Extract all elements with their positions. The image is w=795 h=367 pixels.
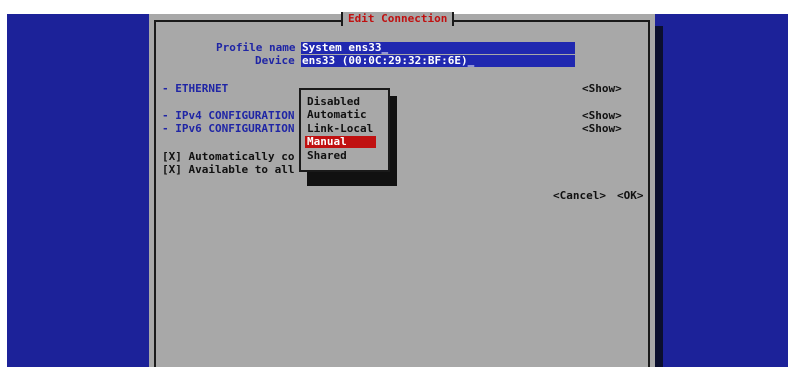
- ipv4-section-label[interactable]: - IPv4 CONFIGURATION: [162, 110, 294, 122]
- profile-name-input[interactable]: System ens33_: [301, 42, 575, 54]
- ok-button[interactable]: <OK>: [617, 190, 644, 202]
- ethernet-show-button[interactable]: <Show>: [582, 83, 622, 95]
- dropdown-option-disabled[interactable]: Disabled: [307, 96, 360, 108]
- window-shadow: [655, 26, 663, 367]
- dropdown-option-manual[interactable]: Manual: [305, 136, 376, 148]
- profile-name-label: Profile name: [216, 41, 296, 54]
- dropdown-option-automatic[interactable]: Automatic: [307, 109, 367, 121]
- ethernet-section-label: - ETHERNET: [162, 82, 229, 95]
- dropdown-option-link-local[interactable]: Link-Local: [307, 123, 373, 135]
- cancel-button[interactable]: <Cancel>: [553, 190, 606, 202]
- device-label: Device: [255, 54, 295, 67]
- available-to-all-checkbox[interactable]: [X] Available to all: [162, 164, 294, 176]
- ipv6-show-button[interactable]: <Show>: [582, 123, 622, 135]
- dropdown-option-shared[interactable]: Shared: [307, 150, 347, 162]
- auto-connect-checkbox[interactable]: [X] Automatically co: [162, 151, 294, 163]
- ipv6-section-label[interactable]: - IPv6 CONFIGURATION: [162, 123, 294, 135]
- device-input[interactable]: ens33 (00:0C:29:32:BF:6E)_: [301, 55, 575, 67]
- dropdown-shadow-bottom: [307, 172, 397, 186]
- window-title: Edit Connection: [341, 12, 455, 26]
- ipv4-show-button[interactable]: <Show>: [582, 110, 622, 122]
